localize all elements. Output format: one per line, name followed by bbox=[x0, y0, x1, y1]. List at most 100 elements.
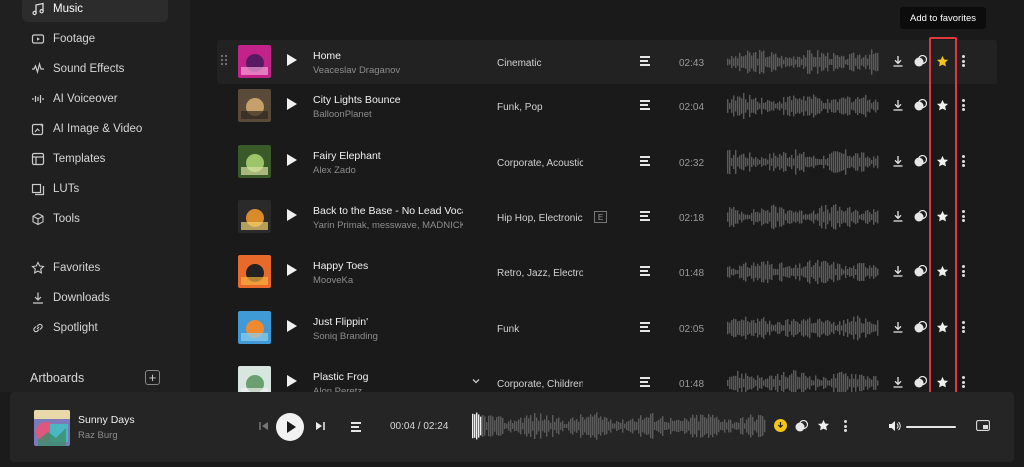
track-artist[interactable]: Yarin Primak, messwave, MADNICK bbox=[313, 220, 463, 231]
track-title[interactable]: Happy Toes bbox=[313, 260, 463, 272]
track-row[interactable]: Fairy Elephant Alex Zado Corporate, Acoust… bbox=[217, 140, 997, 184]
play-icon[interactable] bbox=[287, 54, 297, 66]
add-artboard-button[interactable]: + bbox=[145, 370, 160, 385]
license-icon[interactable] bbox=[795, 420, 808, 432]
license-icon[interactable] bbox=[914, 210, 927, 222]
stems-icon[interactable] bbox=[640, 56, 650, 66]
more-options-icon[interactable] bbox=[962, 321, 965, 333]
player-waveform[interactable] bbox=[472, 411, 767, 441]
track-artist[interactable]: Veaceslav Draganov bbox=[313, 65, 463, 76]
sidebar-item-sound-effects[interactable]: Sound Effects bbox=[22, 56, 168, 82]
track-title[interactable]: Just Flippin' bbox=[313, 316, 463, 328]
track-genre[interactable]: Retro, Jazz, Electronic bbox=[497, 268, 583, 279]
more-options-icon[interactable] bbox=[962, 99, 965, 111]
sidebar-item-templates[interactable]: Templates bbox=[22, 146, 168, 172]
track-genre[interactable]: Funk, Pop bbox=[497, 102, 583, 113]
waveform-bar bbox=[524, 417, 526, 435]
next-icon[interactable] bbox=[315, 421, 325, 431]
sidebar-item-footage[interactable]: Footage bbox=[22, 26, 168, 52]
sidebar-item-ai-image-video[interactable]: AI Image & Video bbox=[22, 116, 168, 142]
play-icon[interactable] bbox=[287, 209, 297, 221]
volume-icon[interactable] bbox=[888, 420, 901, 432]
track-genre[interactable]: Corporate, Children bbox=[497, 379, 583, 390]
track-waveform[interactable] bbox=[727, 314, 879, 342]
track-genre[interactable]: Corporate, Acoustic bbox=[497, 158, 583, 169]
license-icon[interactable] bbox=[914, 321, 927, 333]
track-artist[interactable]: BalloonPlanet bbox=[313, 109, 463, 120]
sidebar-item-favorites[interactable]: Favorites bbox=[22, 255, 168, 281]
track-row[interactable]: Plastic Frog Alon Peretz Corporate, Childr… bbox=[217, 361, 997, 392]
track-title[interactable]: City Lights Bounce bbox=[313, 94, 463, 106]
waveform-bar bbox=[767, 56, 769, 68]
more-options-icon[interactable] bbox=[962, 376, 965, 388]
track-artist[interactable]: MooveKa bbox=[313, 275, 463, 286]
download-icon[interactable] bbox=[892, 155, 904, 167]
track-waveform[interactable] bbox=[727, 203, 879, 231]
download-circle-icon[interactable] bbox=[774, 419, 787, 432]
play-icon[interactable] bbox=[287, 98, 297, 110]
track-genre[interactable]: Hip Hop, Electronic bbox=[497, 213, 583, 224]
track-genre[interactable]: Funk bbox=[497, 324, 583, 335]
play-icon[interactable] bbox=[287, 154, 297, 166]
track-row[interactable]: City Lights Bounce BalloonPlanet Funk, Pop… bbox=[217, 84, 997, 128]
waveform-bar bbox=[755, 52, 757, 72]
download-icon[interactable] bbox=[892, 55, 904, 67]
play-icon[interactable] bbox=[287, 320, 297, 332]
more-options-icon[interactable] bbox=[962, 265, 965, 277]
track-title[interactable]: Back to the Base - No Lead Vocals bbox=[313, 205, 463, 217]
sidebar-item-music[interactable]: Music bbox=[22, 0, 168, 22]
previous-icon[interactable] bbox=[259, 421, 269, 431]
sidebar-item-luts[interactable]: LUTs bbox=[22, 176, 168, 202]
sidebar-item-ai-voiceover[interactable]: AI Voiceover bbox=[22, 86, 168, 112]
track-row[interactable]: Happy Toes MooveKa Retro, Jazz, Electronic… bbox=[217, 250, 997, 294]
mini-player-icon[interactable] bbox=[976, 420, 990, 431]
track-genre[interactable]: Cinematic bbox=[497, 58, 583, 69]
more-options-icon[interactable] bbox=[962, 210, 965, 222]
track-title[interactable]: Fairy Elephant bbox=[313, 150, 463, 162]
stems-icon[interactable] bbox=[640, 266, 650, 276]
download-icon[interactable] bbox=[892, 99, 904, 111]
sidebar-item-downloads[interactable]: Downloads bbox=[22, 285, 168, 311]
track-row[interactable]: Just Flippin' Soniq Branding Funk 02:05 bbox=[217, 306, 997, 350]
stems-icon[interactable] bbox=[640, 322, 650, 332]
stems-icon[interactable] bbox=[640, 211, 650, 221]
license-icon[interactable] bbox=[914, 376, 927, 388]
track-waveform[interactable] bbox=[727, 48, 879, 76]
track-title[interactable]: Home bbox=[313, 50, 463, 62]
download-icon[interactable] bbox=[892, 210, 904, 222]
player-more-icon[interactable] bbox=[844, 420, 847, 432]
track-title[interactable]: Plastic Frog bbox=[313, 371, 463, 383]
player-favorite-icon[interactable] bbox=[817, 419, 830, 432]
track-artist[interactable]: Alex Zado bbox=[313, 165, 463, 176]
track-row[interactable]: Home Veaceslav Draganov Cinematic 02:43 bbox=[217, 40, 997, 84]
volume-slider[interactable] bbox=[906, 426, 956, 428]
track-row[interactable]: Back to the Base - No Lead Vocals Yarin P… bbox=[217, 195, 997, 239]
license-icon[interactable] bbox=[914, 155, 927, 167]
play-icon[interactable] bbox=[287, 375, 297, 387]
drag-handle-icon[interactable] bbox=[221, 55, 229, 67]
track-waveform[interactable] bbox=[727, 258, 879, 286]
license-icon[interactable] bbox=[914, 265, 927, 277]
stems-icon[interactable] bbox=[640, 100, 650, 110]
stems-icon[interactable] bbox=[351, 422, 361, 432]
track-waveform[interactable] bbox=[727, 369, 879, 392]
license-icon[interactable] bbox=[914, 55, 927, 67]
stems-icon[interactable] bbox=[640, 156, 650, 166]
player-play-button[interactable] bbox=[276, 413, 304, 441]
chevron-down-icon[interactable] bbox=[471, 376, 481, 386]
download-icon[interactable] bbox=[892, 376, 904, 388]
sidebar-item-spotlight[interactable]: Spotlight bbox=[22, 315, 168, 341]
more-options-icon[interactable] bbox=[962, 155, 965, 167]
track-waveform[interactable] bbox=[727, 92, 879, 120]
license-icon[interactable] bbox=[914, 99, 927, 111]
track-artist[interactable]: Soniq Branding bbox=[313, 331, 463, 342]
more-options-icon[interactable] bbox=[962, 55, 965, 67]
stems-icon[interactable] bbox=[640, 377, 650, 387]
sidebar-item-tools[interactable]: Tools bbox=[22, 206, 168, 232]
download-icon[interactable] bbox=[892, 321, 904, 333]
play-icon[interactable] bbox=[287, 264, 297, 276]
download-icon[interactable] bbox=[892, 265, 904, 277]
waveform-bar bbox=[769, 56, 771, 68]
track-waveform[interactable] bbox=[727, 148, 879, 176]
waveform-bar bbox=[759, 212, 761, 222]
